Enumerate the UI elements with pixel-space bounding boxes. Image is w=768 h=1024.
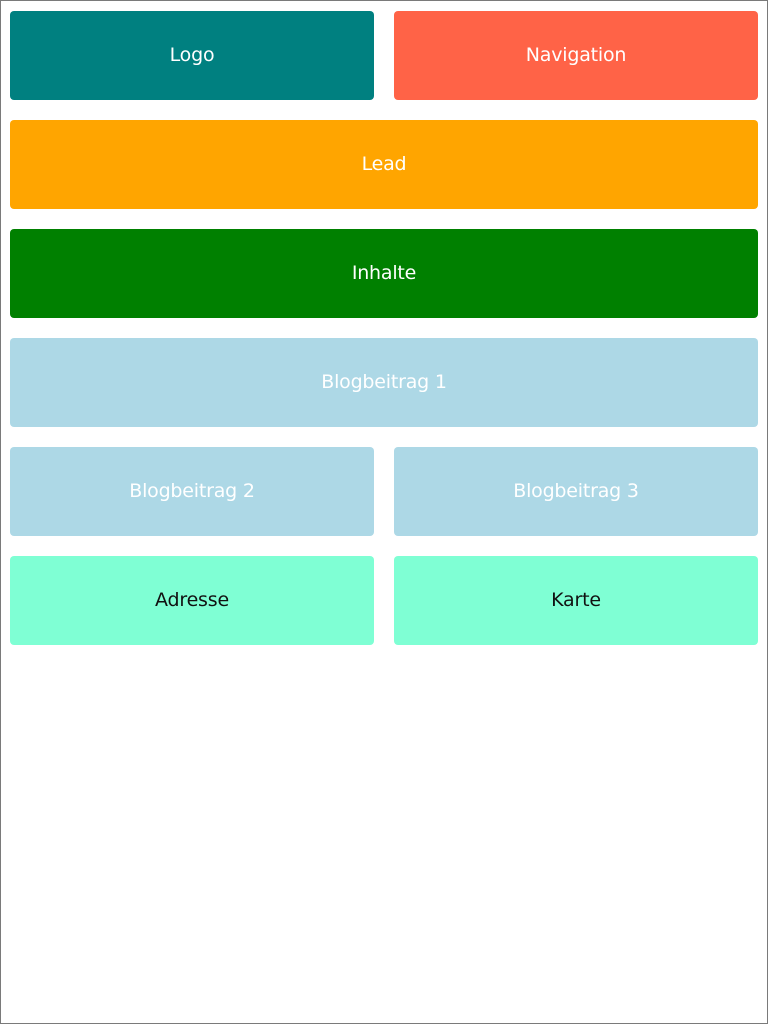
blog-post-3-label: Blogbeitrag 3 [513,480,639,502]
lead-block: Lead [10,120,758,209]
layout-grid: Logo Navigation Lead Inhalte Blogbeitrag… [10,11,759,645]
blog-post-2-label: Blogbeitrag 2 [129,480,255,502]
map-block: Karte [394,556,758,645]
address-label: Adresse [155,589,229,611]
map-label: Karte [551,589,601,611]
logo-label: Logo [169,44,215,66]
content-block: Inhalte [10,229,758,318]
address-block: Adresse [10,556,374,645]
lead-label: Lead [361,153,407,175]
page-frame: Logo Navigation Lead Inhalte Blogbeitrag… [0,0,768,1024]
blog-post-2-block: Blogbeitrag 2 [10,447,374,536]
logo-block: Logo [10,11,374,100]
blog-post-1-label: Blogbeitrag 1 [321,371,447,393]
navigation-label: Navigation [525,44,627,66]
navigation-block: Navigation [394,11,758,100]
blog-post-1-block: Blogbeitrag 1 [10,338,758,427]
content-label: Inhalte [351,262,417,284]
blog-post-3-block: Blogbeitrag 3 [394,447,758,536]
